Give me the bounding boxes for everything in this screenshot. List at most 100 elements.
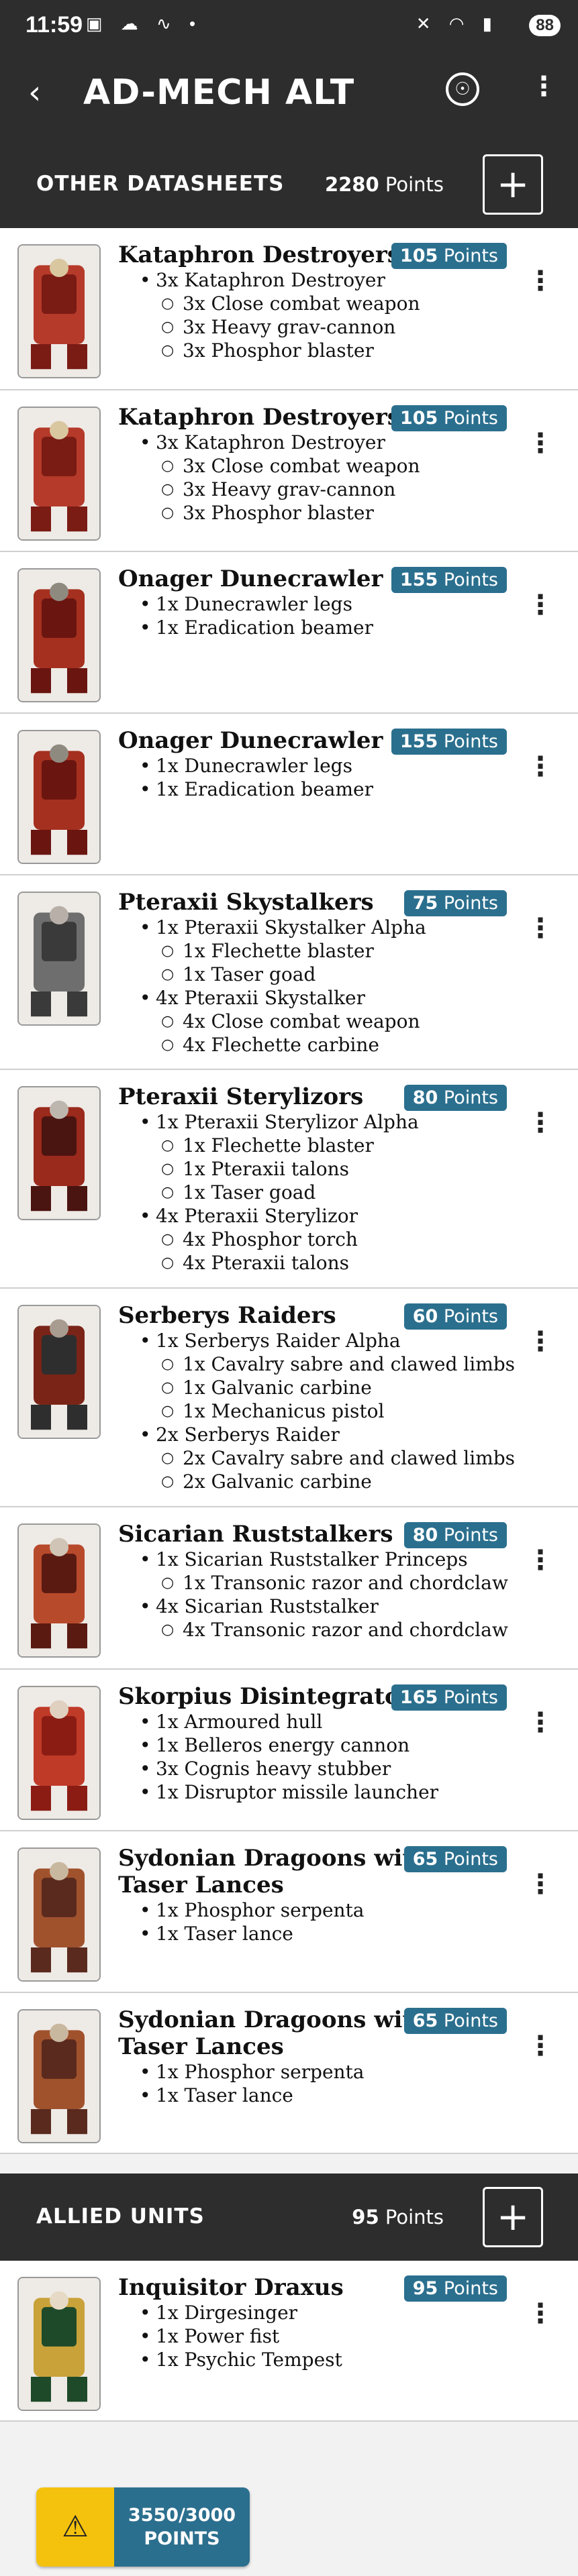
wargear-list: 1x Phosphor serpenta1x Taser lance [118,2060,365,2107]
points-badge-label: Points [443,246,498,266]
wargear-item: 1x Flechette blaster [118,1134,419,1157]
wargear-list: 1x Pteraxii Sterylizor Alpha1x Flechette… [118,1110,419,1275]
model-item: 1x Taser lance [118,1922,365,1945]
unit-thumbnail [17,1847,101,1982]
points-badge-value: 80 [412,1525,438,1546]
unit-menu-icon[interactable]: ⋮ [527,1707,554,1738]
unit-menu-icon[interactable]: ⋮ [527,1108,554,1138]
overflow-menu-icon[interactable]: ⋮ [530,71,557,102]
points-badge-value: 95 [412,2278,438,2299]
unit-card[interactable]: Pteraxii Sterylizors 80 Points ⋮ 1x Pteraxi… [0,1070,578,1289]
unit-card[interactable]: Sicarian Ruststalkers 80 Points ⋮ 1x Sicari… [0,1507,578,1670]
model-item: 4x Pteraxii Skystalker [118,986,426,1010]
section-points-label: Points [385,2206,444,2229]
unit-name: Kataphron Destroyers [118,404,400,431]
points-badge: 80 Points [403,1522,507,1548]
unit-card[interactable]: Kataphron Destroyers105 Points ⋮ 3x Kataph… [0,228,578,390]
unit-menu-icon[interactable]: ⋮ [527,428,554,459]
points-badge-value: 60 [412,1306,438,1327]
points-badge-label: Points [443,893,498,914]
points-badge-value: 165 [399,1687,438,1708]
points-summary: 3550/3000 POINTS [114,2487,250,2567]
unit-card[interactable]: Onager Dunecrawler 155 Points ⋮ 1x Dunecraw… [0,714,578,875]
model-item: 4x Sicarian Ruststalker [118,1595,508,1618]
unit-menu-icon[interactable]: ⋮ [527,751,554,782]
points-badge: 95 Points [403,2275,507,2302]
unit-card[interactable]: Serberys Raiders 60 Points ⋮ 1x Serberys Ra… [0,1289,578,1507]
warning-icon: ⚠ [36,2487,114,2567]
model-item: 3x Kataphron Destroyer [118,268,420,292]
unit-menu-icon[interactable]: ⋮ [527,1545,554,1576]
unit-menu-icon[interactable]: ⋮ [527,2298,554,2329]
points-badge-value: 105 [399,246,438,266]
unit-menu-icon[interactable]: ⋮ [527,2031,554,2061]
wargear-list: 3x Kataphron Destroyer3x Close combat we… [118,268,420,362]
unit-name: Onager Dunecrawler [118,727,383,754]
unit-card[interactable]: Skorpius Disintegrator165 Points ⋮ 1x Armo… [0,1670,578,1831]
model-item: 1x Psychic Tempest [118,2348,342,2371]
section-points: 95 Points [352,2206,444,2229]
unit-name: Pteraxii Skystalkers [118,889,374,916]
wargear-item: 1x Mechanicus pistol [118,1399,515,1423]
wargear-item: 1x Taser goad [118,1181,419,1204]
model-item: 1x Sicarian Ruststalker Princeps [118,1548,508,1571]
points-badge-label: Points [443,2278,498,2299]
faction-icon[interactable]: ☉ [446,72,479,106]
model-item: 1x Phosphor serpenta [118,2060,365,2084]
unit-card[interactable]: Onager Dunecrawler 155 Points ⋮ 1x Dunecraw… [0,552,578,714]
points-badge: 65 Points [403,2008,507,2034]
unit-menu-icon[interactable]: ⋮ [527,913,554,944]
wargear-item: 1x Galvanic carbine [118,1376,515,1399]
status-bar: 11:59 ▣ ☁ ∿ • ✕ ◠ ▮ 88 [0,0,578,58]
model-item: 1x Serberys Raider Alpha [118,1329,515,1352]
unit-name: Sydonian Dragoons with Taser Lances [118,2006,430,2060]
system-icons: ✕ ◠ ▮ [416,13,499,34]
unit-thumbnail [17,1686,101,1820]
add-unit-button[interactable]: + [483,154,543,215]
model-item: 1x Belleros energy cannon [118,1733,438,1757]
unit-card[interactable]: Inquisitor Draxus 95 Points ⋮ 1x Dirgesinge… [0,2261,578,2422]
unit-menu-icon[interactable]: ⋮ [527,590,554,621]
model-item: 3x Kataphron Destroyer [118,431,420,454]
back-arrow-icon[interactable]: ‹ [28,74,41,111]
points-badge-label: Points [443,1087,498,1108]
points-badge-value: 65 [412,2010,438,2031]
add-allied-button[interactable]: + [483,2187,543,2247]
wargear-item: 1x Flechette blaster [118,939,426,963]
points-badge-label: Points [443,1849,498,1870]
points-summary-button[interactable]: ⚠ 3550/3000 POINTS [36,2487,250,2567]
points-badge-value: 155 [399,570,438,590]
points-badge: 165 Points [391,1684,507,1711]
unit-thumbnail [17,568,101,702]
section-title: ALLIED UNITS [36,2204,205,2229]
unit-menu-icon[interactable]: ⋮ [527,266,554,297]
points-badge: 80 Points [403,1085,507,1111]
wargear-item: 3x Phosphor blaster [118,339,420,362]
unit-card[interactable]: Sydonian Dragoons with Taser Lances 65 Poi… [0,1831,578,1993]
wargear-item: 1x Cavalry sabre and clawed limbs [118,1352,515,1376]
unit-card[interactable]: Kataphron Destroyers105 Points ⋮ 3x Kataph… [0,390,578,552]
wargear-item: 3x Heavy grav-cannon [118,315,420,339]
unit-card[interactable]: Sydonian Dragoons with Taser Lances 65 Poi… [0,1993,578,2154]
unit-thumbnail [17,407,101,541]
unit-list-other: Kataphron Destroyers105 Points⋮3x Kataph… [0,228,578,2154]
points-badge: 105 Points [391,243,507,269]
model-item: 1x Disruptor missile launcher [118,1780,438,1804]
model-item: 1x Dunecrawler legs [118,592,373,616]
unit-thumbnail [17,244,101,378]
unit-thumbnail [17,1523,101,1658]
unit-menu-icon[interactable]: ⋮ [527,1869,554,1900]
wargear-item: 3x Phosphor blaster [118,501,420,525]
unit-name: Pteraxii Sterylizors [118,1083,364,1110]
unit-card[interactable]: Pteraxii Skystalkers 75 Points ⋮ 1x Pteraxi… [0,875,578,1070]
unit-name: Sydonian Dragoons with Taser Lances [118,1845,430,1898]
wargear-item: 1x Transonic razor and chordclaw [118,1571,508,1595]
section-header-other-datasheets: OTHER DATASHEETS 2280 Points + [0,141,578,228]
points-badge: 155 Points [391,729,507,755]
model-item: 3x Cognis heavy stubber [118,1757,438,1780]
unit-menu-icon[interactable]: ⋮ [527,1326,554,1357]
unit-name: Kataphron Destroyers [118,241,400,268]
model-item: 1x Taser lance [118,2084,365,2107]
section-points-label: Points [385,173,444,196]
wargear-list: 1x Dunecrawler legs1x Eradication beamer [118,754,373,801]
